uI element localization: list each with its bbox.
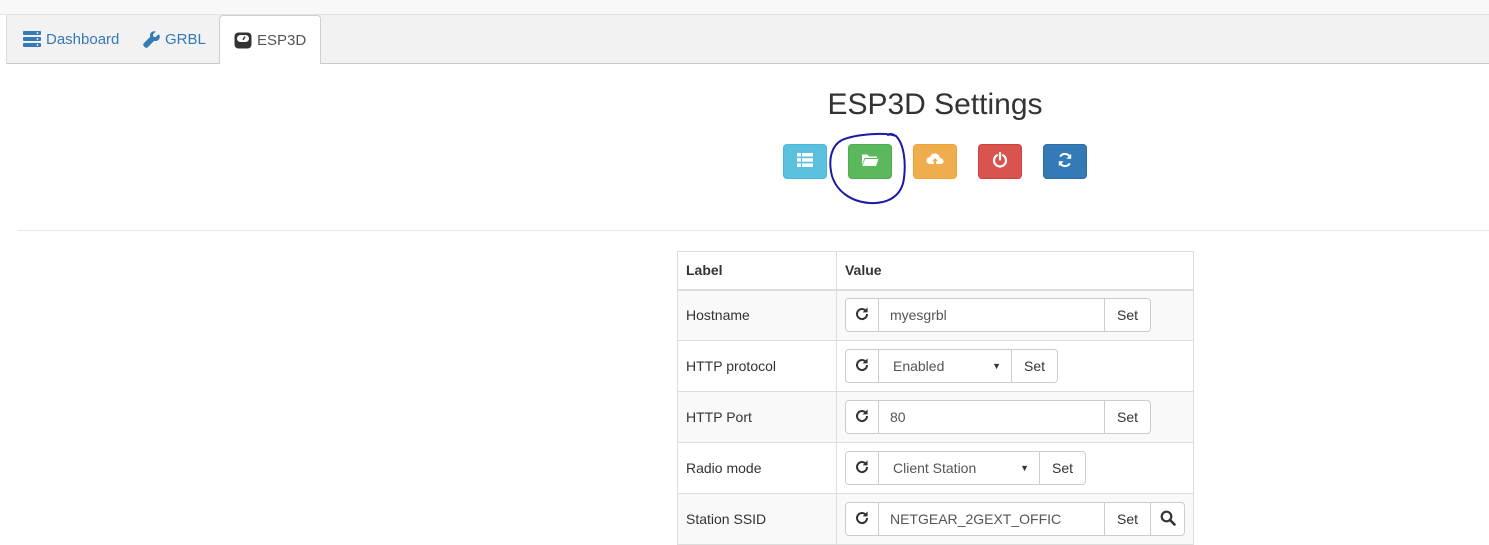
chevron-down-icon: ▼ — [1020, 463, 1029, 473]
row-label: Hostname — [677, 289, 837, 341]
refresh-icon — [854, 357, 870, 376]
cloud-upload-button[interactable] — [913, 144, 957, 179]
row-label: HTTP Port — [677, 391, 837, 443]
settings-table: Label Value Hostname Set HTTP protocol — [677, 251, 1195, 545]
table-row: Hostname Set — [677, 289, 1195, 341]
set-button[interactable]: Set — [1104, 502, 1151, 536]
search-icon — [1160, 510, 1176, 529]
header-value: Value — [835, 251, 1195, 291]
row-value: Set — [835, 391, 1195, 443]
power-icon — [992, 151, 1008, 171]
row-label: HTTP protocol — [677, 340, 837, 392]
row-value: Client Station ▼ Set — [835, 442, 1195, 494]
reload-value-button[interactable] — [844, 298, 879, 333]
header-label: Label — [677, 251, 837, 291]
refresh-icon — [854, 510, 870, 529]
row-label: Radio mode — [677, 442, 837, 494]
chevron-down-icon: ▼ — [992, 361, 1001, 371]
refresh-button[interactable] — [1043, 144, 1087, 179]
wrench-icon — [143, 30, 160, 48]
http-protocol-select[interactable]: Enabled ▼ — [878, 349, 1012, 383]
table-row: Station SSID Set — [677, 493, 1195, 545]
browser-top-strip — [0, 0, 1489, 15]
station-ssid-input[interactable] — [878, 502, 1105, 536]
table-row: HTTP protocol Enabled ▼ Set — [677, 340, 1195, 392]
page-title: ESP3D Settings — [827, 88, 1043, 121]
tab-grbl[interactable]: GRBL — [143, 15, 206, 63]
refresh-icon — [854, 459, 870, 478]
reload-value-button[interactable] — [844, 502, 879, 536]
set-button[interactable]: Set — [1104, 298, 1151, 333]
http-port-input[interactable] — [878, 400, 1105, 434]
list-button[interactable] — [783, 144, 827, 179]
refresh-icon — [1057, 152, 1073, 171]
refresh-icon — [854, 306, 870, 325]
scan-networks-button[interactable] — [1151, 502, 1185, 536]
radio-mode-value: Client Station — [892, 460, 977, 476]
row-value: Set — [835, 289, 1195, 341]
hostname-input[interactable] — [878, 298, 1105, 333]
annotation-circle — [829, 132, 906, 205]
tab-dashboard[interactable]: Dashboard — [23, 15, 119, 63]
power-button[interactable] — [978, 144, 1022, 179]
set-button[interactable]: Set — [1011, 349, 1058, 383]
divider — [17, 230, 1489, 231]
row-value: Set — [835, 493, 1195, 545]
tab-bar: Dashboard GRBL ESP3D — [6, 15, 1489, 64]
table-row: HTTP Port Set — [677, 391, 1195, 443]
scale-icon — [234, 32, 252, 49]
table-row: Radio mode Client Station ▼ Set — [677, 442, 1195, 494]
tab-grbl-label: GRBL — [165, 30, 206, 48]
set-button[interactable]: Set — [1039, 451, 1086, 485]
refresh-icon — [854, 408, 870, 427]
set-button[interactable]: Set — [1104, 400, 1151, 434]
reload-value-button[interactable] — [844, 400, 879, 434]
http-protocol-value: Enabled — [892, 358, 945, 374]
reload-value-button[interactable] — [844, 349, 879, 383]
row-label: Station SSID — [677, 493, 837, 545]
list-icon — [797, 153, 813, 170]
server-icon — [23, 31, 41, 47]
tab-esp3d-label: ESP3D — [257, 31, 307, 49]
cloud-upload-icon — [926, 153, 944, 171]
tab-dashboard-label: Dashboard — [46, 30, 120, 48]
table-header-row: Label Value — [677, 251, 1195, 291]
tab-esp3d[interactable]: ESP3D — [219, 15, 322, 64]
radio-mode-select[interactable]: Client Station ▼ — [878, 451, 1040, 485]
reload-value-button[interactable] — [844, 451, 879, 485]
row-value: Enabled ▼ Set — [835, 340, 1195, 392]
